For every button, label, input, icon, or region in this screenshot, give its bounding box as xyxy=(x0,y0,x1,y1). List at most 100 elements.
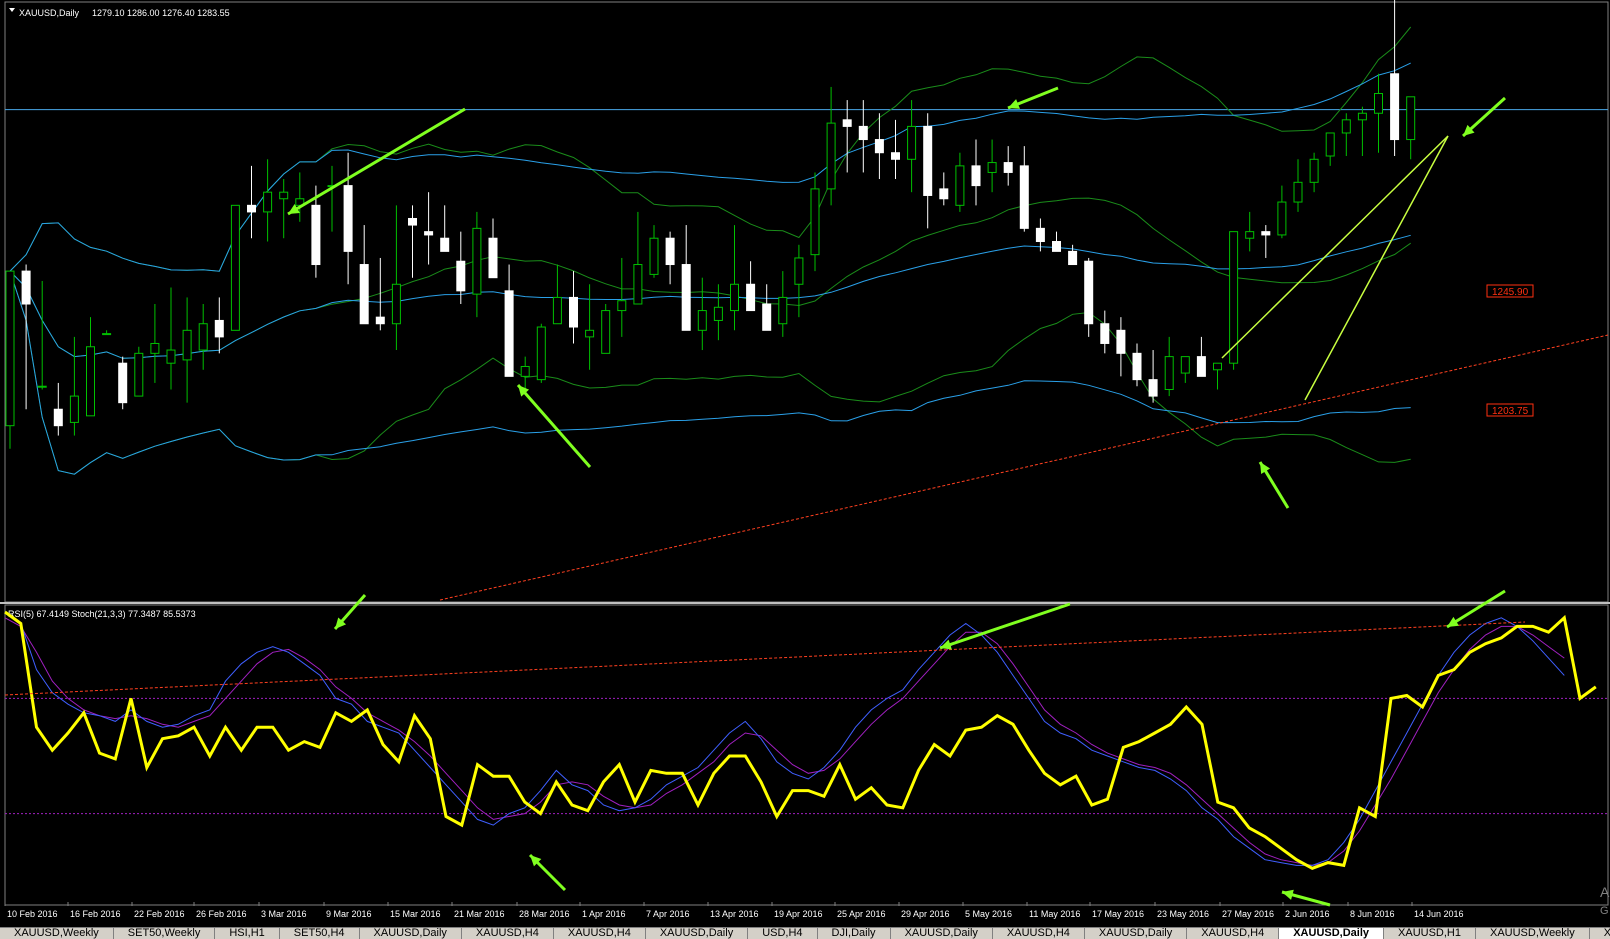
date-tick-label: 3 Mar 2016 xyxy=(261,909,307,919)
price-label: 1245.90 xyxy=(1492,287,1529,298)
chart-tab[interactable]: XAUUSD,H4 xyxy=(993,928,1085,939)
candle-body xyxy=(214,319,224,338)
candle-body xyxy=(794,257,804,285)
candle-body xyxy=(1341,119,1351,134)
candle-body xyxy=(456,260,466,292)
date-tick-label: 8 Jun 2016 xyxy=(1350,909,1395,919)
date-tick-label: 1 Apr 2016 xyxy=(582,909,626,919)
chart-tab[interactable]: XAUUSD,H1 xyxy=(1384,928,1476,939)
chart-tab[interactable]: XAUUSD,Daily xyxy=(360,928,462,939)
candle-body xyxy=(1293,181,1303,203)
candle-body xyxy=(424,231,434,236)
date-tick-label: 15 Mar 2016 xyxy=(390,909,441,919)
candle-body xyxy=(1003,162,1013,173)
candle-body xyxy=(762,303,772,331)
chart-tab[interactable]: XAUUSD,H4 xyxy=(462,928,554,939)
candle-body xyxy=(971,165,981,187)
candle-body xyxy=(649,237,659,275)
date-tick-label: 9 Mar 2016 xyxy=(326,909,372,919)
candle xyxy=(230,204,240,331)
candle-body xyxy=(987,162,997,173)
date-tick-label: 11 May 2016 xyxy=(1029,909,1080,919)
chart-tab[interactable]: XAUUSD,Weekly xyxy=(0,928,114,939)
chart-tab[interactable]: HSI,H1 xyxy=(215,928,280,939)
chart-tab[interactable]: XAUUSD,Daily xyxy=(1085,928,1188,939)
candle-body xyxy=(585,329,595,338)
candle-body xyxy=(778,296,788,325)
candle-body xyxy=(1406,96,1416,141)
candle xyxy=(134,346,144,397)
candle-body xyxy=(1390,73,1400,141)
date-tick-label: 21 Mar 2016 xyxy=(454,909,505,919)
candle-body xyxy=(923,125,933,196)
candle-body xyxy=(697,310,707,331)
candle-body xyxy=(86,346,95,417)
symbol-title: XAUUSD,Daily xyxy=(19,8,80,18)
candle-body xyxy=(230,204,240,331)
chart-tabs: XAUUSD,Weekly SET50,Weekly HSI,H1 SET50,H4 X… xyxy=(0,927,1610,939)
date-tick-label: 17 May 2016 xyxy=(1092,909,1144,919)
price-label: 1203.75 xyxy=(1492,406,1529,417)
candle-body xyxy=(891,152,900,160)
chart-tab[interactable]: XAUUSD,H4 xyxy=(1187,928,1280,939)
candle-body xyxy=(440,237,450,252)
candle-body xyxy=(939,188,949,200)
candle xyxy=(536,323,546,383)
candle-body xyxy=(408,217,417,226)
chart-tab[interactable]: SET50,H4 xyxy=(280,928,360,939)
price-pane-header: XAUUSD,Daily 1279.10 1286.00 1276.40 128… xyxy=(9,8,230,18)
chart-tab[interactable]: XAUUSD,H4 xyxy=(554,928,646,939)
candle-body xyxy=(520,365,530,377)
candle-body xyxy=(713,306,723,321)
candle-body xyxy=(552,296,562,325)
chart-tab[interactable]: XAUUSD,Daily xyxy=(1279,928,1385,939)
chart-tab[interactable]: DJI,Daily xyxy=(818,928,891,939)
candle-body xyxy=(166,349,176,364)
candle xyxy=(118,356,128,410)
date-tick-label: 13 Apr 2016 xyxy=(710,909,759,919)
date-tick-label: 23 May 2016 xyxy=(1157,909,1209,919)
date-tick-label: 2 Jun 2016 xyxy=(1285,909,1330,919)
candle-body xyxy=(1164,356,1174,391)
chart-tab[interactable]: USD,H4 xyxy=(748,928,818,939)
chart-tab[interactable]: XAUUSD,M30 xyxy=(1590,928,1610,939)
candle-body xyxy=(118,362,128,404)
candle-body xyxy=(874,139,884,154)
candle xyxy=(601,304,611,354)
date-tick-label: 14 Jun 2016 xyxy=(1414,909,1464,919)
candle-body xyxy=(842,119,852,127)
candle-body xyxy=(1196,356,1206,377)
candle-body xyxy=(536,326,546,381)
candle-body xyxy=(1277,201,1287,236)
candle-body xyxy=(1116,329,1126,354)
candle-body xyxy=(375,316,385,325)
chart-window[interactable]: XAUUSD,Daily 1279.10 1286.00 1276.40 128… xyxy=(0,0,1610,938)
chart-tab[interactable]: XAUUSD,Weekly xyxy=(1476,928,1590,939)
chart-tab[interactable]: XAUUSD,Daily xyxy=(646,928,749,939)
candle-body xyxy=(617,300,627,312)
date-tick-label: 26 Feb 2016 xyxy=(196,909,247,919)
candle-body xyxy=(633,264,643,305)
candle-body xyxy=(359,264,369,325)
date-tick-label: 22 Feb 2016 xyxy=(134,909,185,919)
watermark-letter: A xyxy=(1600,884,1610,900)
candle-body xyxy=(134,352,144,397)
candle-body xyxy=(1213,362,1222,371)
candle-body xyxy=(826,122,836,190)
candle-body xyxy=(1374,93,1383,114)
chart-tab[interactable]: SET50,Weekly xyxy=(114,928,216,939)
chart-background xyxy=(0,0,1610,927)
date-tick-label: 28 Mar 2016 xyxy=(519,909,570,919)
candle-body xyxy=(1100,323,1110,344)
candle-body xyxy=(5,270,15,427)
candle-body xyxy=(1068,250,1078,266)
candle-body xyxy=(746,283,756,312)
date-tick-label: 7 Apr 2016 xyxy=(646,909,690,919)
candle-body xyxy=(198,323,208,351)
candle-body xyxy=(1245,231,1255,239)
candle-body xyxy=(569,296,578,328)
chart-tab[interactable]: XAUUSD,Daily xyxy=(891,928,993,939)
candle-body xyxy=(1325,132,1335,157)
candle-body xyxy=(810,188,820,256)
candle-body xyxy=(1052,241,1061,252)
